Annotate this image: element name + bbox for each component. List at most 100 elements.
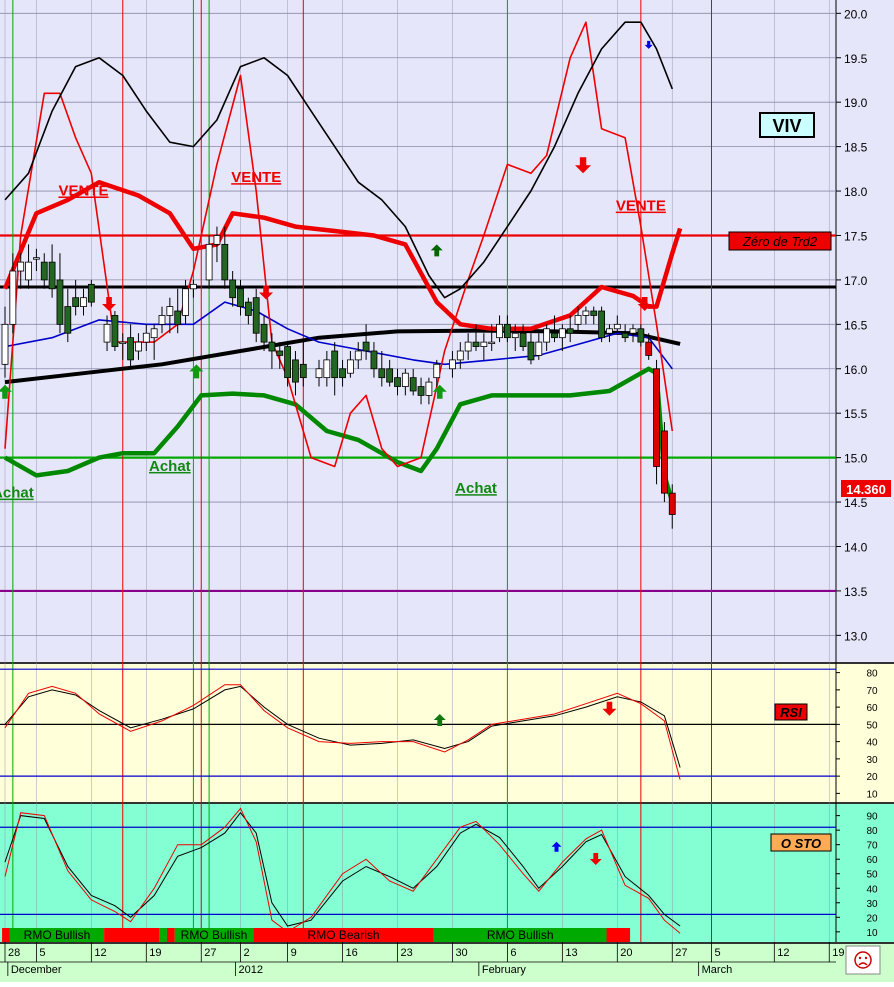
candle-up <box>464 341 472 352</box>
candle-down <box>417 386 425 396</box>
candle-up <box>346 359 354 374</box>
x-day-label: 2 <box>244 947 250 959</box>
candle-up <box>629 328 637 334</box>
candle-down <box>221 243 229 281</box>
candle-up <box>511 332 519 339</box>
panel-separator <box>0 802 894 804</box>
x-month-label: December <box>11 964 62 976</box>
candle-up <box>205 243 213 281</box>
rsi-tick-label: 20 <box>866 772 878 783</box>
x-day-label: 19 <box>149 947 161 959</box>
x-day-label: 27 <box>675 947 687 959</box>
x-day-label: 28 <box>8 947 20 959</box>
x-day-label: 6 <box>510 947 516 959</box>
x-day-label: 12 <box>94 947 106 959</box>
candle-down <box>362 341 370 352</box>
candle-down <box>590 310 598 316</box>
sto-tick-label: 20 <box>866 913 878 924</box>
candle-up <box>182 288 189 316</box>
trend-zero-label: Zéro de Trd2 <box>742 234 818 249</box>
sto-tick-label: 80 <box>866 826 878 837</box>
candle-down <box>229 279 237 299</box>
x-day-label: 5 <box>39 947 45 959</box>
candle-down <box>276 350 284 356</box>
x-day-label: 9 <box>291 947 297 959</box>
sad-face-eye <box>864 956 868 960</box>
candle-down <box>87 283 95 303</box>
candle-up <box>456 350 464 361</box>
candle-down <box>339 368 346 379</box>
candle-down <box>174 310 182 325</box>
candle-down <box>64 306 72 334</box>
x-month-label: 2012 <box>239 964 263 976</box>
candle-down <box>48 261 56 290</box>
sell-signal-label: VENTE <box>58 182 108 199</box>
candle-up <box>543 328 551 343</box>
candle-down <box>40 261 48 281</box>
candle-down <box>668 492 676 515</box>
y-tick-label: 18.0 <box>844 185 868 199</box>
buy-signal-label: Achat <box>0 485 34 502</box>
candle-down <box>386 368 394 383</box>
x-day-label: 16 <box>346 947 358 959</box>
candle-down <box>292 359 299 383</box>
x-day-label: 13 <box>565 947 577 959</box>
candle-up <box>103 323 111 343</box>
rsi-tick-label: 60 <box>866 703 878 714</box>
candle-up <box>142 332 150 343</box>
y-tick-label: 14.5 <box>844 496 868 510</box>
rmo-segment <box>104 928 160 942</box>
candle-down <box>472 341 480 347</box>
rsi-tick-label: 10 <box>866 789 878 800</box>
panel-separator <box>0 662 894 664</box>
candle-down <box>284 346 292 379</box>
rmo-segment <box>606 928 631 942</box>
candle-down <box>621 332 629 339</box>
candle-up <box>315 368 323 379</box>
candle-down <box>244 301 252 316</box>
sto-tick-label: 10 <box>866 928 878 939</box>
sell-signal-label: VENTE <box>616 198 666 215</box>
candle-up <box>574 315 582 325</box>
sto-tick-label: 70 <box>866 841 878 852</box>
candle-down <box>370 350 378 370</box>
buy-signal-label: Achat <box>149 458 191 475</box>
candle-down <box>503 323 511 339</box>
status-icon-frame <box>845 945 881 975</box>
y-tick-label: 17.0 <box>844 274 868 288</box>
candle-up <box>17 261 25 272</box>
candle-down <box>527 341 535 361</box>
y-tick-label: 15.5 <box>844 407 868 421</box>
y-tick-label: 18.5 <box>844 141 868 155</box>
x-day-label: 27 <box>204 947 216 959</box>
rsi-tick-label: 70 <box>866 686 878 697</box>
rsi-tick-label: 50 <box>866 720 878 731</box>
candle-down <box>566 328 574 334</box>
candle-up <box>158 315 166 325</box>
sto-tick-label: 30 <box>866 899 878 910</box>
candle-up <box>401 372 409 387</box>
candle-down <box>394 377 401 387</box>
candle-up <box>488 341 496 345</box>
rsi-tick-label: 80 <box>866 669 878 680</box>
sto-panel-bg <box>0 804 894 942</box>
y-tick-label: 16.0 <box>844 363 868 377</box>
candle-up <box>449 359 456 370</box>
candle-up <box>189 283 197 290</box>
y-tick-label: 14.0 <box>844 540 868 554</box>
rmo-segment <box>2 928 10 942</box>
candle-up <box>135 341 142 352</box>
x-day-label: 19 <box>832 947 844 959</box>
candle-down <box>111 315 119 347</box>
candle-up <box>582 310 590 316</box>
y-tick-label: 19.0 <box>844 96 868 110</box>
candle-down <box>252 297 260 334</box>
candle-down <box>72 297 80 307</box>
sto-tick-label: 40 <box>866 884 878 895</box>
candle-up <box>606 328 613 334</box>
candle-up <box>480 341 488 347</box>
candle-down <box>645 341 653 356</box>
x-month-label: February <box>482 964 527 976</box>
candle-down <box>598 310 605 339</box>
panel-separator <box>0 942 894 944</box>
